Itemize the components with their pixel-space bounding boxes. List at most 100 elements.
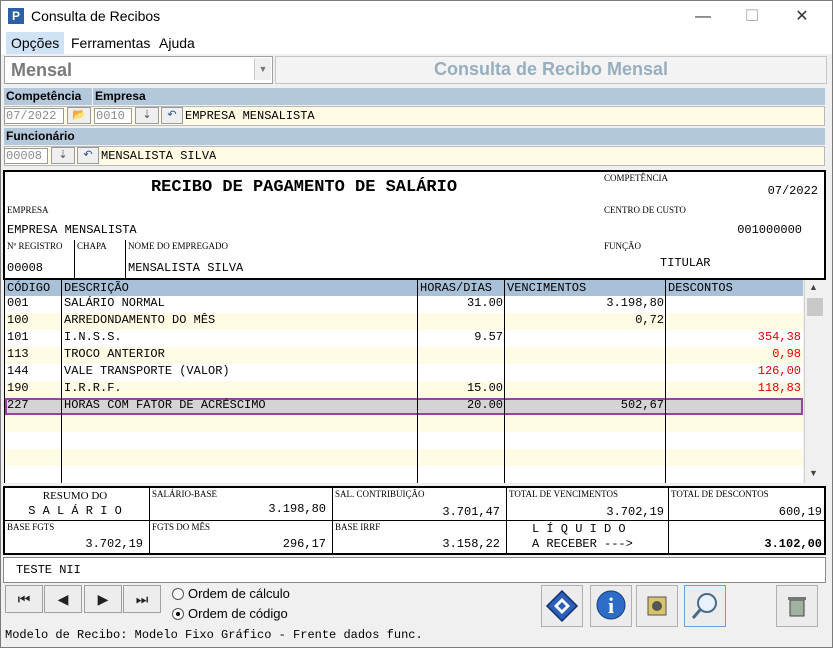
- total-venc-caption: TOTAL DE VENCIMENTOS: [509, 489, 618, 499]
- cell-vencimentos: [505, 364, 666, 381]
- table-row[interactable]: [5, 449, 803, 466]
- cell-descricao: ARREDONDAMENTO DO MÊS: [64, 313, 216, 327]
- order-calc-radio[interactable]: [172, 588, 184, 600]
- table-row[interactable]: 227 HORAS COM FATOR DE ACRÉSCIMO 20.00 502,…: [5, 398, 803, 415]
- mode-select[interactable]: Mensal ▼: [4, 56, 273, 84]
- diamond-icon[interactable]: [541, 585, 583, 627]
- resumo-line1: RESUMO DO: [42, 490, 108, 502]
- sal-contrib-value: 3.701,47: [442, 505, 500, 519]
- table-row[interactable]: 113 TROCO ANTERIOR 0,98: [5, 347, 803, 364]
- cell-descricao: I.N.S.S.: [64, 330, 122, 344]
- cell-descontos: [666, 398, 803, 415]
- order-code-label[interactable]: Ordem de código: [188, 606, 288, 621]
- resumo-cell: RESUMO DO S A L Á R I O: [5, 488, 150, 521]
- cell-descricao: I.R.R.F.: [64, 381, 122, 395]
- minimize-button[interactable]: —: [680, 1, 726, 32]
- cell-vencimentos: [505, 330, 666, 347]
- receipt-title: RECIBO DE PAGAMENTO DE SALÁRIO: [150, 178, 458, 197]
- nome-value: MENSALISTA SILVA: [128, 261, 244, 275]
- info-icon[interactable]: i: [590, 585, 632, 627]
- col-header-vencimentos[interactable]: VENCIMENTOS: [505, 280, 666, 296]
- resumo-line2: S A L Á R I O: [28, 504, 122, 518]
- col-header-codigo[interactable]: CÓDIGO: [5, 280, 62, 296]
- table-row[interactable]: 101 I.N.S.S. 9.57 354,38: [5, 330, 803, 347]
- total-desc-value: 600,19: [778, 505, 822, 519]
- base-fgts-value: 3.702,19: [85, 537, 143, 551]
- empresa-name: EMPRESA MENSALISTA: [185, 109, 315, 123]
- last-record-button[interactable]: ⏭: [123, 585, 161, 613]
- order-code-radio[interactable]: [172, 608, 184, 620]
- funcao-cell: FUNÇÃO TITULAR: [602, 240, 824, 278]
- previous-record-button[interactable]: ◀: [44, 585, 82, 613]
- empresa-caption: EMPRESA: [7, 205, 49, 215]
- trash-icon[interactable]: [776, 585, 818, 627]
- cell-descricao: VALE TRANSPORTE (VALOR): [64, 364, 230, 378]
- salario-base-cell: SALÁRIO-BASE 3.198,80: [150, 488, 333, 521]
- liquido-line1: L Í Q U I D O: [532, 522, 626, 536]
- status-bar-text: Modelo de Recibo: Modelo Fixo Gráfico - …: [5, 628, 423, 642]
- scroll-thumb[interactable]: [807, 298, 823, 316]
- menu-opcoes[interactable]: Opções: [6, 32, 65, 54]
- cell-vencimentos: 502,67: [620, 398, 664, 412]
- cell-vencimentos: [505, 381, 666, 398]
- cell-descontos: 118,83: [757, 381, 801, 395]
- undo-icon[interactable]: ↶: [161, 107, 183, 124]
- table-row[interactable]: 190 I.R.R.F. 15.00 118,83: [5, 381, 803, 398]
- col-header-descontos[interactable]: DESCONTOS: [666, 280, 803, 296]
- cell-codigo: 227: [7, 398, 29, 412]
- folder-open-icon[interactable]: 📂: [67, 107, 91, 124]
- table-row[interactable]: 144 VALE TRANSPORTE (VALOR) 126,00: [5, 364, 803, 381]
- window-title: Consulta de Recibos: [31, 8, 161, 24]
- close-button[interactable]: ✕: [779, 1, 825, 32]
- centro-custo-cell: CENTRO DE CUSTO 001000000: [602, 204, 824, 241]
- table-row[interactable]: 100 ARREDONDAMENTO DO MÊS 0,72: [5, 313, 803, 330]
- download-icon[interactable]: ⇣: [135, 107, 159, 124]
- first-record-button[interactable]: ⏮: [5, 585, 43, 613]
- total-venc-value: 3.702,19: [606, 505, 664, 519]
- chevron-down-icon[interactable]: ▼: [254, 58, 271, 80]
- maximize-button[interactable]: ☐: [729, 1, 775, 32]
- total-desc-caption: TOTAL DE DESCONTOS: [671, 489, 769, 499]
- cell-descontos: 0,98: [772, 347, 801, 361]
- scroll-down-icon[interactable]: ▼: [809, 468, 818, 478]
- cell-vencimentos: [505, 347, 666, 364]
- cell-horas: [418, 313, 505, 330]
- cell-vencimentos: 0,72: [635, 313, 664, 327]
- salario-base-caption: SALÁRIO-BASE: [152, 489, 218, 499]
- funcionario-label: Funcionário: [4, 128, 825, 145]
- empresa-code-field[interactable]: 0010: [94, 108, 132, 124]
- col-header-descricao[interactable]: DESCRIÇÃO: [62, 280, 418, 296]
- registro-caption: Nº REGISTRO: [7, 241, 63, 251]
- menu-ajuda[interactable]: Ajuda: [154, 32, 200, 54]
- salary-summary: RESUMO DO S A L Á R I O SALÁRIO-BASE 3.1…: [3, 486, 826, 555]
- cell-descricao: HORAS COM FATOR DE ACRÉSCIMO: [64, 398, 266, 412]
- download-icon[interactable]: ⇣: [51, 147, 75, 164]
- base-irrf-caption: BASE IRRF: [335, 522, 381, 532]
- cell-codigo: 144: [7, 364, 29, 378]
- table-row[interactable]: [5, 415, 803, 432]
- total-desc-cell: TOTAL DE DESCONTOS 600,19: [669, 488, 824, 521]
- nome-cell: NOME DO EMPREGADO MENSALISTA SILVA: [126, 240, 603, 278]
- table-scrollbar[interactable]: ▲ ▼: [804, 280, 826, 483]
- cell-codigo: 100: [7, 313, 29, 327]
- table-row[interactable]: [5, 432, 803, 449]
- funcionario-code-field[interactable]: 00008: [4, 148, 48, 164]
- chapa-caption: CHAPA: [77, 241, 107, 251]
- table-row[interactable]: [5, 466, 803, 483]
- cell-horas: 31.00: [466, 296, 503, 310]
- nome-caption: NOME DO EMPREGADO: [128, 241, 229, 251]
- scroll-up-icon[interactable]: ▲: [809, 282, 818, 292]
- competencia-field[interactable]: 07/2022: [4, 108, 64, 124]
- next-record-button[interactable]: ▶: [84, 585, 122, 613]
- menu-ferramentas[interactable]: Ferramentas: [66, 32, 155, 54]
- undo-icon[interactable]: ↶: [77, 147, 99, 164]
- order-calc-label[interactable]: Ordem de cálculo: [188, 586, 290, 601]
- page-title: Consulta de Recibo Mensal: [433, 59, 669, 79]
- search-icon[interactable]: [684, 585, 726, 627]
- liquido-cell: L Í Q U I D O A RECEBER --->: [507, 521, 669, 553]
- col-header-horas[interactable]: HORAS/DIAS: [418, 280, 505, 296]
- cell-codigo: 001: [7, 296, 29, 310]
- settings-icon[interactable]: [636, 585, 678, 627]
- funcao-value: TITULAR: [660, 256, 711, 270]
- table-row[interactable]: 001 SALÁRIO NORMAL 31.00 3.198,80: [5, 296, 803, 313]
